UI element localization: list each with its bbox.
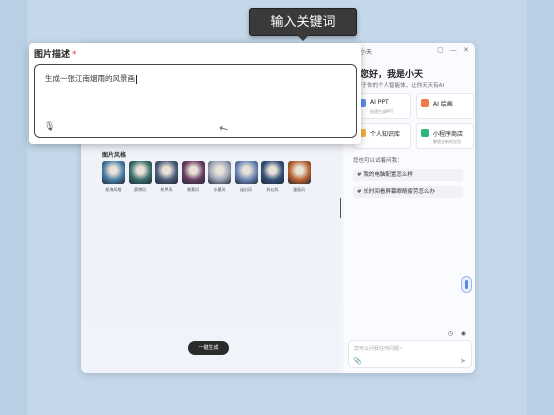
- suggest-title: 您也可以试着问我：: [353, 158, 403, 164]
- style-thumbnail: [234, 161, 258, 184]
- attach-icon[interactable]: 📎: [353, 357, 362, 365]
- assistant-panel: 小天 ▢ — ✕ 您好，我是小天 I于你的个人智能体，让你天天有AI AI PP…: [344, 43, 475, 373]
- feature-icon: [421, 99, 429, 107]
- description-label: 图片描述 *: [34, 50, 77, 60]
- style-section-title: 图片风格: [102, 152, 127, 159]
- style-label: 漫画风: [293, 187, 305, 192]
- style-option[interactable]: 科幻风: [261, 161, 284, 193]
- feature-title: AI PPT: [370, 99, 389, 106]
- suggestion-item[interactable]: # 我的电脑配置怎么样: [353, 169, 463, 181]
- assistant-greeting-sub: I于你的个人智能体，让你天天有AI: [360, 83, 445, 89]
- style-option[interactable]: 漫画风: [287, 161, 311, 193]
- feature-title: 个人知识库: [370, 131, 401, 138]
- microphone-icon[interactable]: 🎙: [44, 122, 55, 132]
- chat-input[interactable]: 您可以问我任何问题~ 📎 ➤: [348, 340, 472, 368]
- assistant-feature-card[interactable]: AI PPT 快速生成PPT: [353, 93, 411, 119]
- feature-subtitle: 解锁全新的应用: [433, 139, 461, 144]
- send-icon[interactable]: ➤: [460, 357, 466, 365]
- style-label: 像素风: [187, 187, 199, 192]
- style-thumbnail: [102, 161, 125, 184]
- floating-assistant-icon[interactable]: [461, 276, 472, 293]
- required-mark: *: [72, 50, 77, 60]
- style-label: 机甲风: [160, 187, 173, 192]
- window-controls-icon[interactable]: ▢ — ✕: [437, 46, 471, 54]
- style-thumbnail: [181, 161, 205, 184]
- style-thumbnail: [287, 161, 311, 184]
- style-option[interactable]: 水墨风: [208, 161, 231, 193]
- image-description-panel: 图片描述 * 生成一张江南烟雨的风景画 🎙 ↖: [29, 43, 361, 144]
- style-label: 航海风格: [105, 187, 122, 192]
- style-thumbnail: [155, 161, 178, 184]
- style-label: 赛博风: [134, 187, 146, 192]
- assistant-feature-card[interactable]: 个人知识库: [353, 123, 411, 149]
- feature-icon: [421, 129, 429, 137]
- style-option[interactable]: 像素风: [181, 161, 205, 193]
- assistant-title: 小天: [360, 49, 373, 56]
- style-thumbnail: [261, 161, 284, 184]
- style-option[interactable]: 迷幻风: [234, 161, 258, 193]
- description-input[interactable]: 生成一张江南烟雨的风景画 🎙: [34, 64, 357, 138]
- suggestion-item[interactable]: # 长时间看屏幕眼睛疲劳怎么办: [353, 186, 463, 198]
- style-label: 科幻风: [266, 187, 279, 192]
- chat-input-placeholder: 您可以问我任何问题~: [354, 346, 404, 352]
- generate-button[interactable]: 一键生成: [188, 341, 229, 355]
- text-cursor-divider: [340, 198, 341, 218]
- feature-title: AI 绘画: [433, 101, 453, 108]
- assistant-feature-card[interactable]: AI 绘画: [416, 93, 474, 119]
- description-text: 生成一张江南烟雨的风景画: [45, 74, 137, 84]
- assistant-greeting: 您好，我是小天: [360, 70, 424, 80]
- style-label: 水墨风: [213, 187, 226, 192]
- style-thumbnail: [208, 161, 231, 184]
- feature-title: 小程序商店: [433, 131, 464, 138]
- feature-subtitle: 快速生成PPT: [370, 109, 394, 114]
- style-option[interactable]: 赛博风: [128, 161, 152, 193]
- assistant-header: 小天 ▢ — ✕: [344, 45, 475, 57]
- assistant-feature-card[interactable]: 小程序商店 解锁全新的应用: [416, 123, 474, 149]
- style-option[interactable]: 航海风格: [102, 161, 125, 193]
- style-option[interactable]: 机甲风: [155, 161, 178, 193]
- text-caret: [136, 74, 137, 84]
- style-list: 航海风格 赛博风 机甲风 像素风 水墨风 迷幻风 科幻风 漫画风: [102, 161, 311, 193]
- tooltip-callout: 输入关键词: [249, 8, 357, 41]
- style-thumbnail: [128, 161, 152, 184]
- style-label: 迷幻风: [240, 187, 252, 192]
- chat-tools-icon[interactable]: ◷ ◉: [448, 330, 469, 337]
